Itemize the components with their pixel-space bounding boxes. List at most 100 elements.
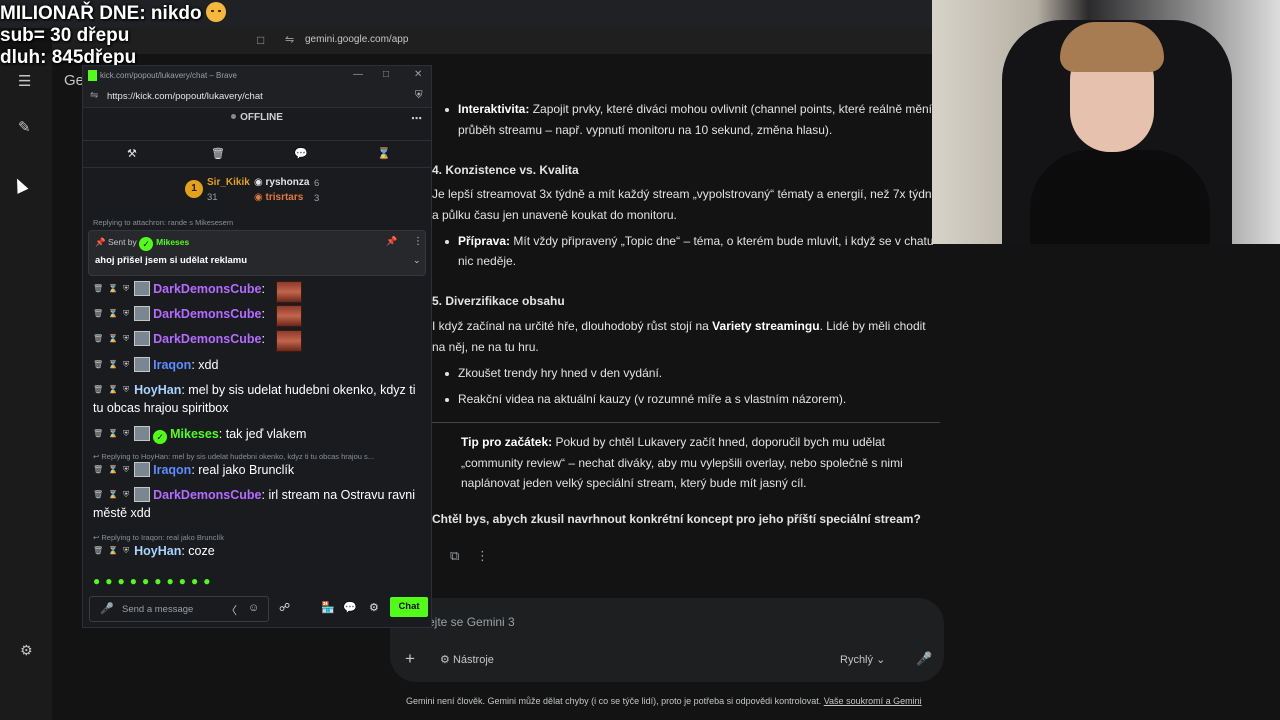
bullet-icon	[445, 108, 449, 112]
hourglass-icon[interactable]: ⌛	[108, 309, 118, 318]
hourglass-icon[interactable]: ⌛	[108, 429, 118, 438]
chat-username[interactable]: DarkDemonsCube	[153, 488, 261, 502]
hourglass-icon[interactable]: ⌛	[108, 465, 118, 474]
trash-icon[interactable]: 🗑	[93, 429, 103, 438]
paragraph-diverzifikace-1: I když začínal na určité hře, dlouhodobý…	[432, 316, 926, 337]
chat-message[interactable]: 🗑 ⌛ ⛨ HoyHan: coze	[93, 542, 423, 560]
tools-label: Nástroje	[452, 654, 494, 666]
bullet-icon	[445, 398, 449, 402]
trash-icon[interactable]: 🗑	[93, 546, 103, 555]
close-icon[interactable]: ✕	[414, 69, 422, 80]
gavel-icon[interactable]: ⚒	[127, 147, 137, 160]
badge-icon	[134, 331, 151, 346]
privacy-link[interactable]: Vaše soukromí a Gemini	[824, 696, 922, 706]
chat-text: : tak jeď vlakem	[218, 427, 307, 441]
trash-icon[interactable]: 🗑	[93, 490, 103, 499]
tools-button[interactable]: ⚙ Nástroje	[440, 653, 494, 666]
chat-username[interactable]: DarkDemonsCube	[153, 307, 261, 321]
shield-icon[interactable]: ⛨	[123, 309, 129, 318]
bookmark-icon[interactable]: □	[257, 33, 264, 47]
hourglass-icon[interactable]: ⌛	[108, 360, 118, 369]
more-options-icon[interactable]: ⋮	[476, 548, 489, 564]
hourglass-icon[interactable]: ⌛	[108, 546, 118, 555]
trash-icon[interactable]: 🗑	[211, 147, 225, 160]
chat-username[interactable]: DarkDemonsCube	[153, 282, 261, 296]
trash-icon[interactable]: 🗑	[93, 309, 103, 318]
new-chat-icon[interactable]: ✎	[18, 118, 31, 136]
chat-message[interactable]: 🗑 ⌛ ⛨ ✓ Mikeses: tak jeď vlakem	[93, 425, 423, 444]
translate-icon[interactable]: 〈	[226, 602, 237, 618]
chat-message[interactable]: 🗑 ⌛ ⛨ Iraqon: xdd	[93, 356, 423, 374]
settings-gear-icon[interactable]: ⚙	[20, 642, 33, 659]
hourglass-icon[interactable]: ⌛	[108, 385, 118, 394]
hourglass-icon[interactable]: ⌛	[108, 490, 118, 499]
chat-username[interactable]: Iraqon	[153, 463, 191, 477]
chat-username[interactable]: HoyHan	[134, 544, 181, 558]
shield-icon[interactable]: ⛨	[123, 490, 129, 499]
menu-icon[interactable]: ☰	[18, 72, 31, 90]
chat-message[interactable]: 🗑 ⌛ ⛨ DarkDemonsCube:	[93, 280, 423, 298]
pinned-message[interactable]: 📌 Sent by ✓ Mikeses 📌 ⋮ ahoj přišel jsem …	[88, 230, 426, 276]
add-icon[interactable]: +	[405, 649, 415, 669]
status-text: OFFLINE	[240, 112, 283, 123]
streamer-shirt	[1030, 150, 1210, 244]
brave-shield-icon[interactable]: ⛨	[415, 90, 423, 101]
shield-icon[interactable]: ⛨	[123, 284, 129, 293]
chevron-down-icon[interactable]: ⌄	[413, 255, 421, 266]
shield-icon[interactable]: ⛨	[123, 429, 129, 438]
chat-message[interactable]: 🗑 ⌛ ⛨ DarkDemonsCube:	[93, 305, 423, 323]
chat-username[interactable]: HoyHan	[134, 383, 181, 397]
shield-icon[interactable]: ⛨	[123, 360, 129, 369]
paragraph-konzistence-1: Je lepší streamovat 3x týdně a mít každý…	[432, 187, 939, 201]
shield-icon[interactable]: ⛨	[123, 465, 129, 474]
site-info-icon[interactable]: ⇋	[285, 33, 294, 46]
chat-bubble-icon[interactable]: 💬	[343, 601, 357, 614]
pinned-text: ahoj přišel jsem si udělat reklamu	[95, 255, 248, 266]
copy-icon[interactable]: ⧉	[450, 548, 459, 564]
more-options-icon[interactable]: ⋯	[411, 112, 422, 125]
address-bar[interactable]: □ ⇋ gemini.google.com/app	[52, 28, 932, 54]
chat-username[interactable]: Iraqon	[153, 358, 191, 372]
minimize-icon[interactable]: —	[353, 69, 363, 80]
hourglass-icon[interactable]: ⌛	[108, 334, 118, 343]
chat-message[interactable]: 🗑 ⌛ ⛨ Iraqon: real jako Brunclík	[93, 461, 423, 479]
gemini-prompt-box[interactable]: ejte se Gemini 3 + ⚙ Nástroje Rychlý ⌄ 🎤	[390, 598, 944, 682]
share-icon[interactable]: ☍	[279, 601, 290, 614]
trash-icon[interactable]: 🗑	[93, 284, 103, 293]
leader-1-name: Sir_Kikik	[207, 177, 250, 188]
more-options-icon[interactable]: ⋮	[413, 236, 423, 247]
chat-username[interactable]: DarkDemonsCube	[153, 332, 261, 346]
gear-icon[interactable]: ⚙	[369, 601, 379, 614]
microphone-icon[interactable]: 🎤	[100, 602, 114, 615]
mode-selector[interactable]: Rychlý ⌄	[840, 653, 885, 666]
chat-input[interactable]: 🎤 Send a message 〈 ☺	[89, 596, 269, 622]
kick-url-bar[interactable]: ⇋ https://kick.com/popout/lukavery/chat …	[83, 86, 431, 108]
chat-message[interactable]: 🗑 ⌛ ⛨ HoyHan: mel by sis udelat hudebni oke…	[93, 381, 423, 417]
trash-icon[interactable]: 🗑	[93, 360, 103, 369]
maximize-icon[interactable]: □	[383, 69, 389, 80]
shield-icon[interactable]: ⛨	[123, 546, 129, 555]
chat-message[interactable]: 🗑 ⌛ ⛨ DarkDemonsCube:	[93, 330, 423, 348]
pinned-user: Mikeses	[156, 237, 190, 247]
tip-label: Tip pro začátek:	[461, 435, 553, 449]
trash-icon[interactable]: 🗑	[93, 465, 103, 474]
quick-emote-row[interactable]: ●●●●●●●●●●	[93, 574, 215, 588]
emoji-icon[interactable]: ☺	[248, 602, 259, 614]
trash-icon[interactable]: 🗑	[93, 334, 103, 343]
shield-icon[interactable]: ⛨	[123, 385, 129, 394]
pin-icon[interactable]: 📌	[386, 236, 397, 247]
chat-text: : xdd	[191, 358, 219, 372]
shield-icon[interactable]: ⛨	[123, 334, 129, 343]
store-icon[interactable]: 🏪	[321, 601, 335, 614]
hourglass-icon[interactable]: ⌛	[108, 284, 118, 293]
trash-icon[interactable]: 🗑	[93, 385, 103, 394]
paragraph-konzistence-2: a půlku času jen unaveně koukat do monit…	[432, 208, 677, 222]
hourglass-icon[interactable]: ⌛	[377, 147, 391, 160]
chat-username[interactable]: Mikeses	[170, 427, 219, 441]
chat-message[interactable]: 🗑 ⌛ ⛨ DarkDemonsCube: irl stream na Ostravu…	[93, 486, 423, 522]
chat-send-button[interactable]: Chat	[390, 597, 428, 617]
site-info-icon[interactable]: ⇋	[90, 90, 98, 101]
microphone-icon[interactable]: 🎤	[916, 651, 932, 667]
interaktivita-text-2: průběh streamu – např. vypnutí monitoru …	[458, 123, 833, 137]
chat-bubble-icon[interactable]: 💬	[294, 147, 308, 160]
